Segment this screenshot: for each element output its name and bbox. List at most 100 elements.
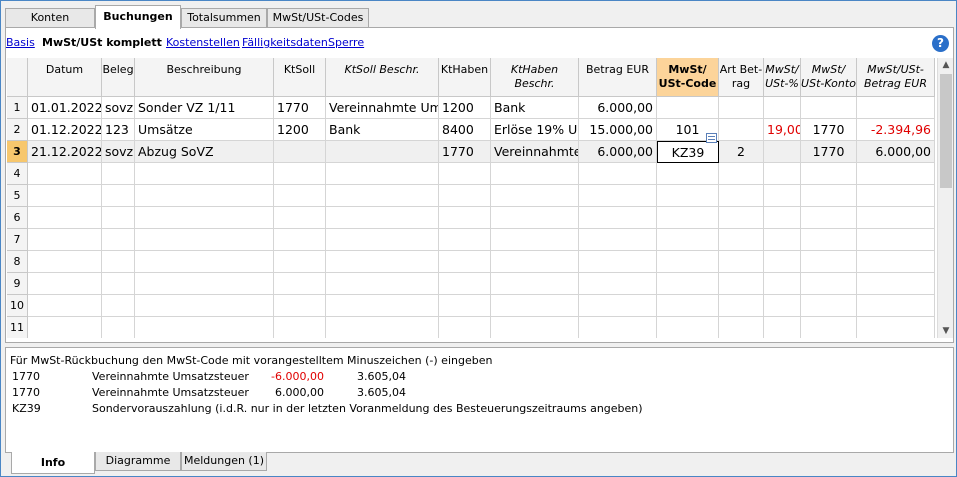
cell-betrag[interactable]: 6.000,00	[579, 97, 657, 119]
col-header-kthaben[interactable]: KtHaben	[439, 58, 491, 97]
cell-art[interactable]	[719, 273, 764, 295]
row-number[interactable]: 10	[7, 295, 28, 317]
cell-beleg[interactable]: sovz2	[102, 141, 135, 163]
col-header-ktsoll-beschr[interactable]: KtSoll Beschr.	[326, 58, 439, 97]
cell-kthaben-beschr[interactable]	[491, 185, 579, 207]
cell-kthaben-beschr[interactable]: Erlöse 19% Ur	[491, 119, 579, 141]
cell-beleg[interactable]	[102, 185, 135, 207]
row-number[interactable]: 11	[7, 317, 28, 338]
cell-beleg[interactable]	[102, 251, 135, 273]
col-header-beschreibung[interactable]: Beschreibung	[135, 58, 274, 97]
cell-konto[interactable]	[801, 229, 857, 251]
cell-code[interactable]	[657, 295, 719, 317]
cell-vatbetrag[interactable]	[857, 207, 935, 229]
cell-betrag[interactable]	[579, 317, 657, 338]
cell-ktsoll[interactable]	[274, 185, 326, 207]
cell-beschreibung[interactable]	[135, 251, 274, 273]
scroll-down-icon[interactable]: ▼	[938, 324, 954, 338]
row-number[interactable]: 8	[7, 251, 28, 273]
cell-kthaben-beschr[interactable]	[491, 229, 579, 251]
cell-pct[interactable]	[764, 185, 801, 207]
cell-pct[interactable]	[764, 295, 801, 317]
cell-konto[interactable]	[801, 251, 857, 273]
cell-beschreibung[interactable]	[135, 207, 274, 229]
cell-konto[interactable]	[801, 295, 857, 317]
cell-kthaben[interactable]	[439, 317, 491, 338]
cell-ktsoll[interactable]	[274, 251, 326, 273]
cell-vatbetrag[interactable]	[857, 251, 935, 273]
col-header-kthaben-beschr[interactable]: KtHaben Beschr.	[491, 58, 579, 97]
cell-betrag[interactable]: 15.000,00	[579, 119, 657, 141]
cell-betrag[interactable]	[579, 207, 657, 229]
cell-code[interactable]	[657, 273, 719, 295]
cell-beschreibung[interactable]	[135, 229, 274, 251]
cell-vatbetrag[interactable]	[857, 273, 935, 295]
cell-kthaben-beschr[interactable]	[491, 207, 579, 229]
cell-pct[interactable]	[764, 207, 801, 229]
cell-vatbetrag[interactable]	[857, 163, 935, 185]
row-number[interactable]: 4	[7, 163, 28, 185]
cell-kthaben[interactable]: 1770	[439, 141, 491, 163]
cell-pct[interactable]	[764, 163, 801, 185]
col-header-mwst-code[interactable]: MwSt/ USt-Code	[657, 58, 719, 97]
scroll-up-icon[interactable]: ▲	[938, 58, 954, 72]
cell-ktsoll-beschr[interactable]	[326, 163, 439, 185]
cell-beschreibung[interactable]	[135, 273, 274, 295]
col-header-mwst-betrag[interactable]: MwSt/USt- Betrag EUR	[857, 58, 935, 97]
cell-code[interactable]	[657, 185, 719, 207]
col-header-betrag[interactable]: Betrag EUR	[579, 58, 657, 97]
cell-datum[interactable]: 21.12.2022	[28, 141, 102, 163]
cell-vatbetrag[interactable]	[857, 295, 935, 317]
cell-vatbetrag[interactable]	[857, 229, 935, 251]
cell-kthaben[interactable]	[439, 185, 491, 207]
cell-art[interactable]	[719, 163, 764, 185]
cell-kthaben[interactable]	[439, 207, 491, 229]
cell-kthaben-beschr[interactable]: Bank	[491, 97, 579, 119]
cell-vatbetrag[interactable]	[857, 97, 935, 119]
cell-ktsoll[interactable]	[274, 141, 326, 163]
cell-konto[interactable]	[801, 317, 857, 338]
col-header-ktsoll[interactable]: KtSoll	[274, 58, 326, 97]
cell-kthaben-beschr[interactable]	[491, 295, 579, 317]
cell-datum[interactable]	[28, 185, 102, 207]
row-number[interactable]: 1	[7, 97, 28, 119]
cell-datum[interactable]	[28, 251, 102, 273]
cell-code[interactable]	[657, 97, 719, 119]
cell-art[interactable]	[719, 251, 764, 273]
cell-ktsoll-beschr[interactable]: Bank	[326, 119, 439, 141]
cell-kthaben[interactable]: 8400	[439, 119, 491, 141]
cell-art[interactable]	[719, 207, 764, 229]
cell-pct[interactable]: 19,00	[764, 119, 801, 141]
cell-ktsoll[interactable]: 1200	[274, 119, 326, 141]
cell-ktsoll[interactable]	[274, 207, 326, 229]
cell-beschreibung[interactable]: Umsätze	[135, 119, 274, 141]
help-icon[interactable]: ?	[932, 35, 949, 52]
cell-pct[interactable]	[764, 229, 801, 251]
cell-ktsoll-beschr[interactable]	[326, 229, 439, 251]
cell-beleg[interactable]	[102, 163, 135, 185]
cell-ktsoll[interactable]	[274, 163, 326, 185]
cell-kthaben-beschr[interactable]	[491, 317, 579, 338]
cell-vatbetrag[interactable]: 6.000,00	[857, 141, 935, 163]
row-number[interactable]: 9	[7, 273, 28, 295]
cell-betrag[interactable]	[579, 163, 657, 185]
view-sperre[interactable]: Sperre	[328, 36, 364, 49]
cell-datum[interactable]: 01.01.2022	[28, 97, 102, 119]
cell-ktsoll-beschr[interactable]	[326, 295, 439, 317]
cell-datum[interactable]: 01.12.2022	[28, 119, 102, 141]
cell-kthaben-beschr[interactable]	[491, 273, 579, 295]
cell-ktsoll[interactable]: 1770	[274, 97, 326, 119]
cell-ktsoll[interactable]	[274, 317, 326, 338]
tab-mwst-codes[interactable]: MwSt/USt-Codes	[267, 8, 369, 28]
view-faelligkeitsdaten[interactable]: Fälligkeitsdaten	[242, 36, 328, 49]
cell-pct[interactable]	[764, 251, 801, 273]
cell-beleg[interactable]: 123	[102, 119, 135, 141]
cell-beleg[interactable]	[102, 207, 135, 229]
cell-code[interactable]	[657, 163, 719, 185]
cell-pct[interactable]	[764, 141, 801, 163]
cell-art[interactable]	[719, 185, 764, 207]
row-number[interactable]: 3	[7, 141, 28, 163]
view-mwst-komplett[interactable]: MwSt/USt komplett	[42, 36, 162, 49]
cell-datum[interactable]	[28, 163, 102, 185]
cell-datum[interactable]	[28, 229, 102, 251]
